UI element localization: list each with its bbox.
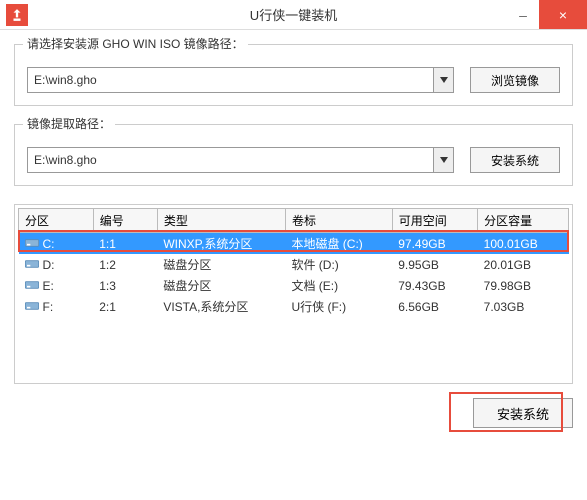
table-row[interactable]: D:1:2磁盘分区软件 (D:)9.95GB20.01GB xyxy=(19,254,569,275)
table-row[interactable]: F:2:1VISTA,系统分区U行侠 (F:)6.56GB7.03GB xyxy=(19,296,569,317)
cell-free: 9.95GB xyxy=(392,254,477,275)
cell-number: 1:1 xyxy=(93,233,157,255)
cell-partition: F: xyxy=(19,296,94,317)
source-value: E:\win8.gho xyxy=(28,73,433,87)
cell-type: WINXP,系统分区 xyxy=(157,233,285,255)
close-button[interactable]: × xyxy=(539,0,587,29)
cell-number: 1:3 xyxy=(93,275,157,296)
header-partition[interactable]: 分区 xyxy=(19,209,94,233)
cell-capacity: 20.01GB xyxy=(478,254,569,275)
source-dropdown[interactable]: E:\win8.gho xyxy=(27,67,454,93)
titlebar: U行侠一键装机 – × xyxy=(0,0,587,30)
cell-partition: C: xyxy=(19,233,94,255)
partition-table-container: 分区 编号 类型 卷标 可用空间 分区容量 C:1:1WINXP,系统分区本地磁… xyxy=(14,204,573,384)
cell-label: 本地磁盘 (C:) xyxy=(285,233,392,255)
extract-group: 镜像提取路径： E:\win8.gho 安装系统 xyxy=(14,124,573,186)
disk-icon xyxy=(25,258,39,272)
cell-free: 79.43GB xyxy=(392,275,477,296)
app-icon xyxy=(6,4,28,26)
cell-type: 磁盘分区 xyxy=(157,254,285,275)
bottom-button-area: 安装系统 xyxy=(14,398,573,428)
table-header-row: 分区 编号 类型 卷标 可用空间 分区容量 xyxy=(19,209,569,233)
header-number[interactable]: 编号 xyxy=(93,209,157,233)
cell-capacity: 79.98GB xyxy=(478,275,569,296)
header-label[interactable]: 卷标 xyxy=(285,209,392,233)
cell-capacity: 100.01GB xyxy=(478,233,569,255)
extract-group-label: 镜像提取路径： xyxy=(23,115,115,132)
cell-label: 软件 (D:) xyxy=(285,254,392,275)
cell-label: U行侠 (F:) xyxy=(285,296,392,317)
chevron-down-icon xyxy=(433,148,453,172)
source-group: 请选择安装源 GHO WIN ISO 镜像路径： E:\win8.gho 浏览镜… xyxy=(14,44,573,106)
install-button-top[interactable]: 安装系统 xyxy=(470,147,560,173)
cell-partition: E: xyxy=(19,275,94,296)
minimize-button[interactable]: – xyxy=(507,0,539,29)
window-controls: – × xyxy=(507,0,587,29)
cell-partition: D: xyxy=(19,254,94,275)
browse-button[interactable]: 浏览镜像 xyxy=(470,67,560,93)
cell-label: 文档 (E:) xyxy=(285,275,392,296)
cell-number: 2:1 xyxy=(93,296,157,317)
table-row[interactable]: C:1:1WINXP,系统分区本地磁盘 (C:)97.49GB100.01GB xyxy=(19,233,569,255)
cell-type: VISTA,系统分区 xyxy=(157,296,285,317)
content-area: 请选择安装源 GHO WIN ISO 镜像路径： E:\win8.gho 浏览镜… xyxy=(0,30,587,442)
chevron-down-icon xyxy=(433,68,453,92)
cell-number: 1:2 xyxy=(93,254,157,275)
disk-icon xyxy=(25,300,39,314)
disk-icon xyxy=(25,279,39,293)
window-title: U行侠一键装机 xyxy=(250,5,337,24)
source-group-label: 请选择安装源 GHO WIN ISO 镜像路径： xyxy=(23,35,248,52)
cell-free: 6.56GB xyxy=(392,296,477,317)
install-system-button[interactable]: 安装系统 xyxy=(473,398,573,428)
extract-value: E:\win8.gho xyxy=(28,153,433,167)
extract-dropdown[interactable]: E:\win8.gho xyxy=(27,147,454,173)
header-type[interactable]: 类型 xyxy=(157,209,285,233)
disk-icon xyxy=(25,237,39,251)
header-capacity[interactable]: 分区容量 xyxy=(478,209,569,233)
header-free[interactable]: 可用空间 xyxy=(392,209,477,233)
cell-capacity: 7.03GB xyxy=(478,296,569,317)
cell-type: 磁盘分区 xyxy=(157,275,285,296)
partition-table: 分区 编号 类型 卷标 可用空间 分区容量 C:1:1WINXP,系统分区本地磁… xyxy=(18,208,569,317)
cell-free: 97.49GB xyxy=(392,233,477,255)
table-row[interactable]: E:1:3磁盘分区文档 (E:)79.43GB79.98GB xyxy=(19,275,569,296)
